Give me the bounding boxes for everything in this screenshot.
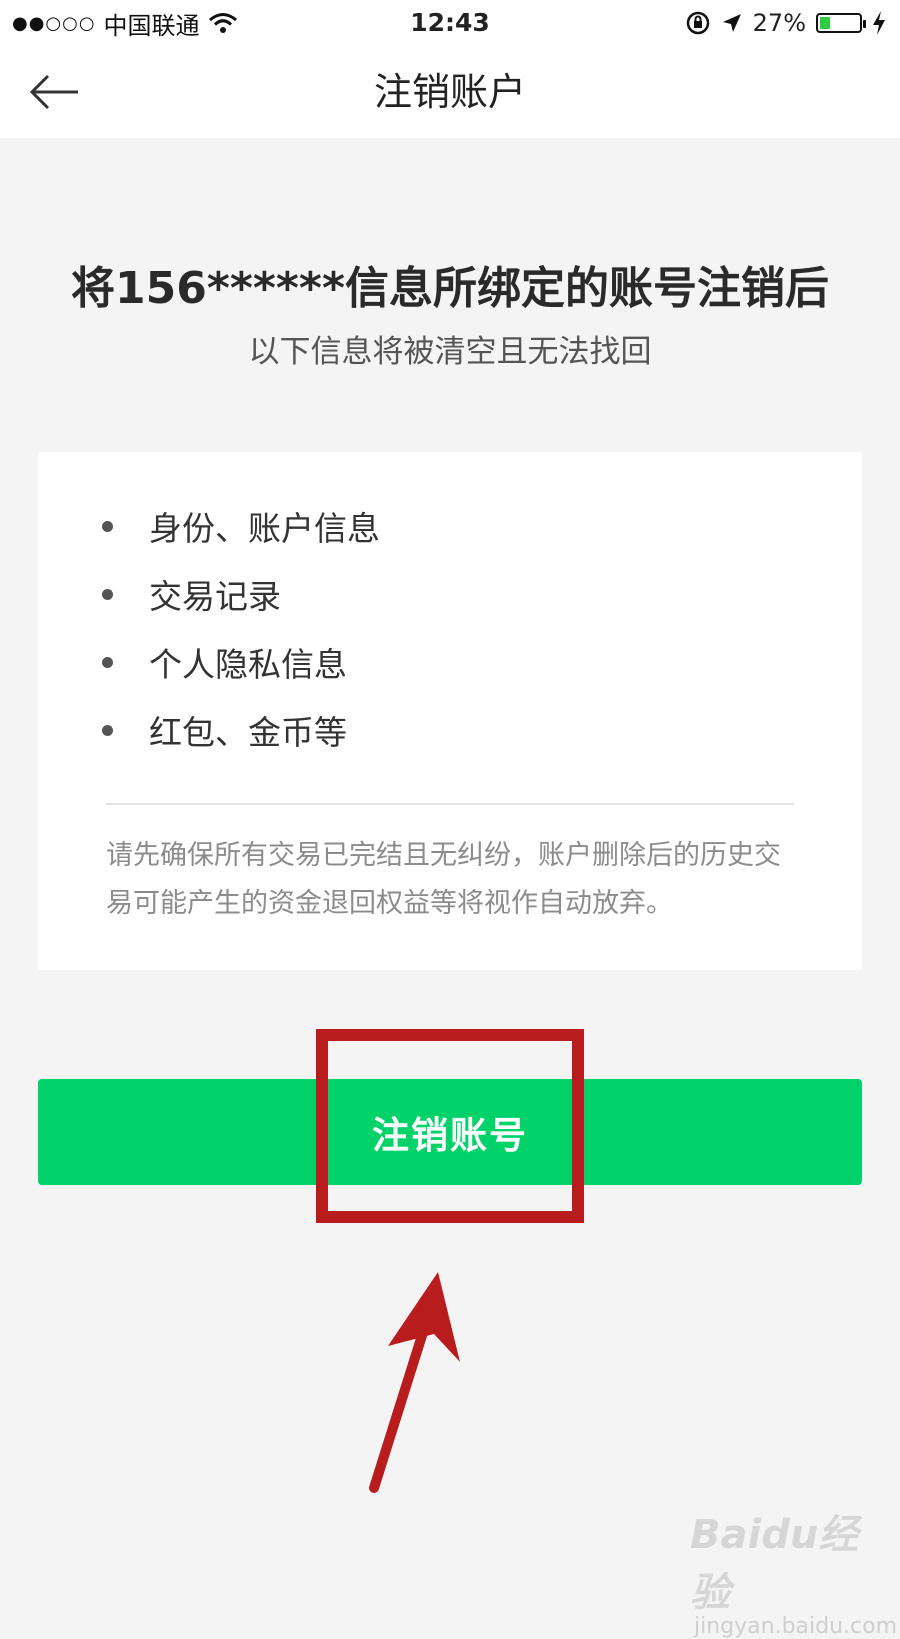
watermark-url: jingyan.baidu.com: [694, 1614, 898, 1639]
list-item-label: 身份、账户信息: [149, 509, 380, 548]
info-card: 身份、账户信息 交易记录 个人隐私信息 红包、金币等 请先确保所有交易已完结且无…: [38, 452, 862, 970]
annotation-arrow-icon: [369, 1272, 460, 1493]
bullet-icon: [102, 588, 113, 600]
bullet-icon: [102, 656, 113, 668]
list-item: 交易记录: [102, 560, 380, 628]
headline: 将156******信息所绑定的账号注销后: [71, 263, 829, 314]
list-item: 身份、账户信息: [102, 492, 380, 560]
rotation-lock-icon: [686, 11, 709, 35]
list-item-label: 个人隐私信息: [149, 645, 347, 684]
status-right: 27%: [685, 6, 886, 40]
charging-bolt-icon: [873, 11, 885, 35]
bullet-icon: [102, 520, 113, 532]
navigation-bar: 注销账户: [0, 46, 900, 138]
battery-percent: 27%: [752, 9, 806, 37]
annotation-highlight-box: [316, 1029, 584, 1223]
list-item: 红包、金币等: [102, 696, 380, 764]
list-item-label: 交易记录: [149, 577, 281, 616]
notice-text: 请先确保所有交易已完结且无纠纷，账户删除后的历史交易可能产生的资金退回权益等将视…: [106, 840, 781, 919]
page-title: 注销账户: [373, 70, 526, 114]
subheadline: 以下信息将被清空且无法找回: [248, 334, 652, 370]
location-arrow-icon: [722, 14, 741, 32]
list-item: 个人隐私信息: [102, 628, 380, 696]
cleared-info-list: 身份、账户信息 交易记录 个人隐私信息 红包、金币等: [102, 492, 380, 764]
divider: [106, 803, 794, 805]
battery-fill: [820, 17, 830, 29]
bullet-icon: [102, 724, 113, 736]
watermark-logo: Baidu经验: [690, 1512, 859, 1616]
list-item-label: 红包、金币等: [149, 713, 347, 752]
baidu-jingyan-watermark: Baidu经验 jingyan.baidu.com: [690, 1502, 897, 1639]
battery-icon: [816, 13, 866, 33]
status-bar: ●●○○○ 中国联通 12:43 27%: [0, 0, 900, 46]
